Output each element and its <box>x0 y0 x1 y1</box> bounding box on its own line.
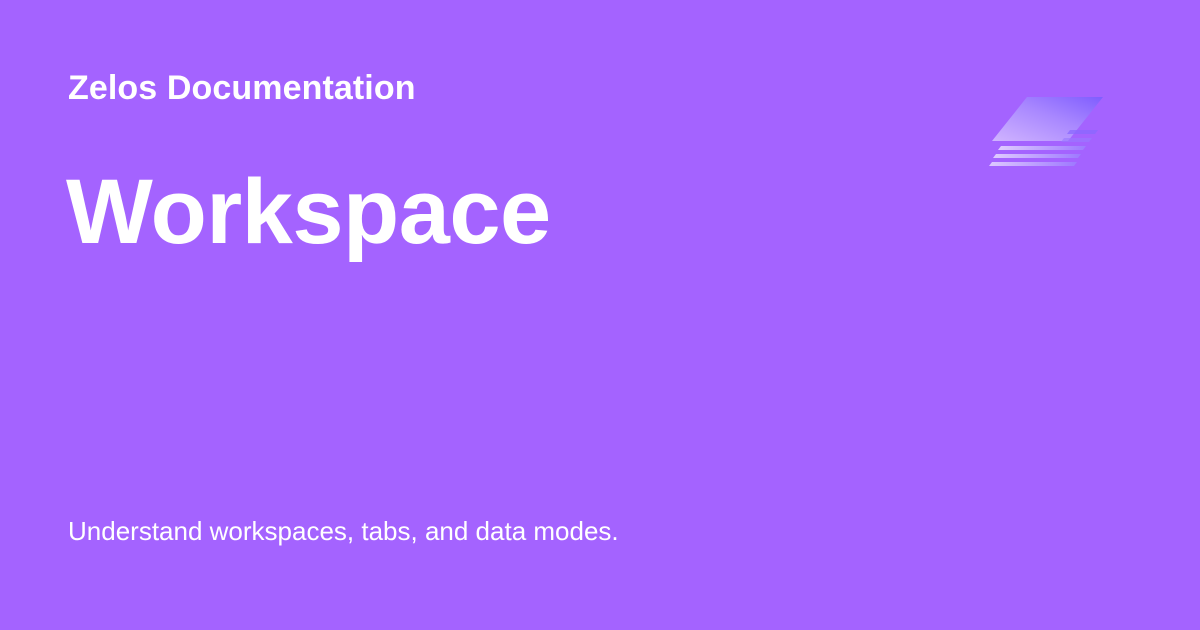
site-brand: Zelos Documentation <box>68 69 416 107</box>
layered-stack-icon <box>989 97 1103 166</box>
page-title: Workspace <box>66 161 551 263</box>
social-preview-card: Zelos Documentation Workspace Understand… <box>0 0 1200 630</box>
page-description: Understand workspaces, tabs, and data mo… <box>68 516 619 546</box>
